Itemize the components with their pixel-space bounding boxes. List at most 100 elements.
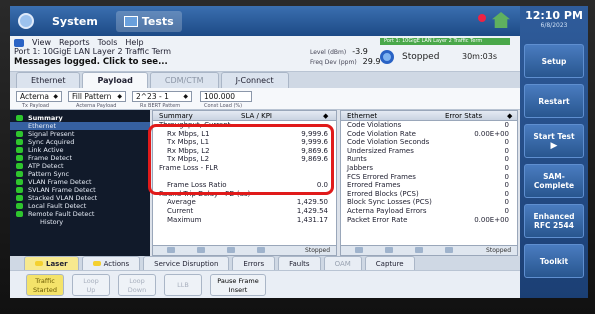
row-label: Jabbers [347,163,374,172]
menu-help[interactable]: Help [125,38,143,47]
nav-icon[interactable] [445,247,453,253]
tx-payload-value: Acterna [20,92,49,101]
enhanced-rfc-button[interactable]: Enhanced RFC 2544 [524,204,584,238]
restart-button[interactable]: Restart [524,84,584,118]
tab-oam[interactable]: OAM [323,256,362,270]
loop-up-button[interactable]: Loop Up [72,274,110,296]
nav-icon[interactable] [227,247,235,253]
nav-icon[interactable] [385,247,393,253]
tab-cdm-ctm[interactable]: CDM/CTM [149,72,219,88]
tree-item[interactable]: Pattern Sync [10,170,150,178]
toolkit-button[interactable]: Toolkit [524,244,584,278]
table-row: Errored Frames 0 [341,181,517,190]
sla-kpi-select[interactable]: SLA / KPI [241,112,272,120]
results-tree: Summary Ethernet Signal Present Sync Acquir… [10,110,150,256]
sam-complete-button[interactable]: SAM-Complete [524,164,584,198]
row-value: 0 [504,163,509,172]
nav-icon[interactable] [355,247,363,253]
bert-pattern-select[interactable]: 2^23 - 1 ◆ [132,91,192,102]
row-value: 1,429.54 [296,206,328,215]
tree-item[interactable]: Ethernet [10,122,150,130]
alert-icon[interactable] [478,14,486,22]
restart-button-label: Restart [538,96,570,106]
tree-item-label: VLAN Frame Detect [28,178,92,186]
tree-item-label: SVLAN Frame Detect [28,186,96,194]
play-icon: ▶ [550,140,558,151]
ethernet-select[interactable]: Ethernet [347,112,377,120]
tab-ethernet[interactable]: Ethernet [16,72,81,88]
acterna-payload-select[interactable]: Fill Pattern ◆ [68,91,126,102]
tree-item[interactable]: SVLAN Frame Detect [10,186,150,194]
tab-actions-label: Actions [103,260,130,268]
pause-frame-insert-button[interactable]: Pause Frame Insert [210,274,266,296]
enhanced-rfc-button-label: Enhanced RFC 2544 [533,212,575,230]
tree-item[interactable]: Remote Fault Detect [10,210,150,218]
tree-item[interactable]: History [10,218,150,226]
table-row: Code Violation Seconds 0 [341,138,517,147]
row-label: Packet Error Rate [347,215,408,224]
tab-system[interactable]: System [44,11,106,32]
menu-view[interactable]: View [32,38,51,47]
const-load-input[interactable]: 100.000 [200,91,252,102]
payload-config-row: Acterna ◆ Tx Payload Fill Pattern ◆ Actern… [10,88,520,110]
tree-item-label: Sync Acquired [28,138,75,146]
error-stats-rows: Code Violations 0 Code Violation Rate 0.00E… [341,121,517,224]
tree-item[interactable]: Local Fault Detect [10,202,150,210]
tree-item[interactable]: Stacked VLAN Detect [10,194,150,202]
llb-button[interactable]: LLB [164,274,202,296]
const-load-caption: Const Load (%) [204,103,243,109]
nav-icon[interactable] [257,247,265,253]
tree-item[interactable]: VLAN Frame Detect [10,178,150,186]
tree-item[interactable]: Frame Detect [10,154,150,162]
tab-payload[interactable]: Payload [82,72,148,88]
chevron-down-icon: ◆ [323,112,329,120]
tab-faults[interactable]: Faults [278,256,321,270]
tree-item[interactable]: Sync Acquired [10,138,150,146]
tx-payload-select[interactable]: Acterna ◆ [16,91,62,102]
error-stats-status: Stopped [486,247,511,254]
start-test-button-label: Start Test [533,131,575,141]
start-test-button[interactable]: Start Test ▶ [524,124,584,158]
tree-item[interactable]: Signal Present [10,130,150,138]
tab-actions[interactable]: Actions [81,256,141,270]
test-header: View Reports Tools Help Port 1: 10GigE L… [10,36,520,72]
tree-item-label: Local Fault Detect [28,202,87,210]
messages-link[interactable]: Messages logged. Click to see... [14,57,168,67]
summary-panel: Summary SLA / KPI ◆ Throughput, Current R… [148,110,337,256]
summary-panel-header: Summary SLA / KPI ◆ [153,111,336,121]
row-value: 0 [504,155,509,164]
table-row: Average 1,429.50 [153,198,336,207]
tab-service-disruption[interactable]: Service Disruption [143,256,230,270]
nav-icon[interactable] [415,247,423,253]
tab-tests[interactable]: Tests [115,10,182,32]
nav-icon[interactable] [167,247,175,253]
menu-tools[interactable]: Tools [98,38,118,47]
tree-item[interactable]: ATP Detect [10,162,150,170]
row-label: Block Sync Losses (PCS) [347,198,432,207]
summary-select[interactable]: Summary [159,112,193,120]
nav-icon[interactable] [197,247,205,253]
tab-capture[interactable]: Capture [364,256,415,270]
tab-errors[interactable]: Errors [232,256,276,270]
error-stats-panel: Ethernet Error Stats ◆ Code Violations 0 C… [340,110,518,256]
tree-item[interactable]: Summary [10,114,150,122]
row-value: 0 [504,121,509,129]
summary-status: Stopped [305,247,330,254]
error-stats-select[interactable]: Error Stats [445,112,482,120]
setup-button[interactable]: Setup [524,44,584,78]
table-row: FCS Errored Frames 0 [341,173,517,182]
loop-up-line1: Loop [83,277,99,285]
tree-item-label: Ethernet [28,122,56,130]
traffic-started-button[interactable]: Traffic Started [26,274,64,296]
tx-payload-caption: Tx Payload [22,103,50,109]
row-value: 0 [504,138,509,147]
tree-item[interactable]: Link Active [10,146,150,154]
loop-down-button[interactable]: Loop Down [118,274,156,296]
tab-j-connect[interactable]: J-Connect [220,72,289,88]
menu-reports[interactable]: Reports [59,38,90,47]
home-icon[interactable] [492,12,510,28]
tab-laser[interactable]: Laser [24,256,79,270]
action-tabs: Laser Actions Service Disruption Errors … [10,256,520,270]
chevron-down-icon: ◆ [53,93,58,100]
status-led-icon [16,115,23,121]
